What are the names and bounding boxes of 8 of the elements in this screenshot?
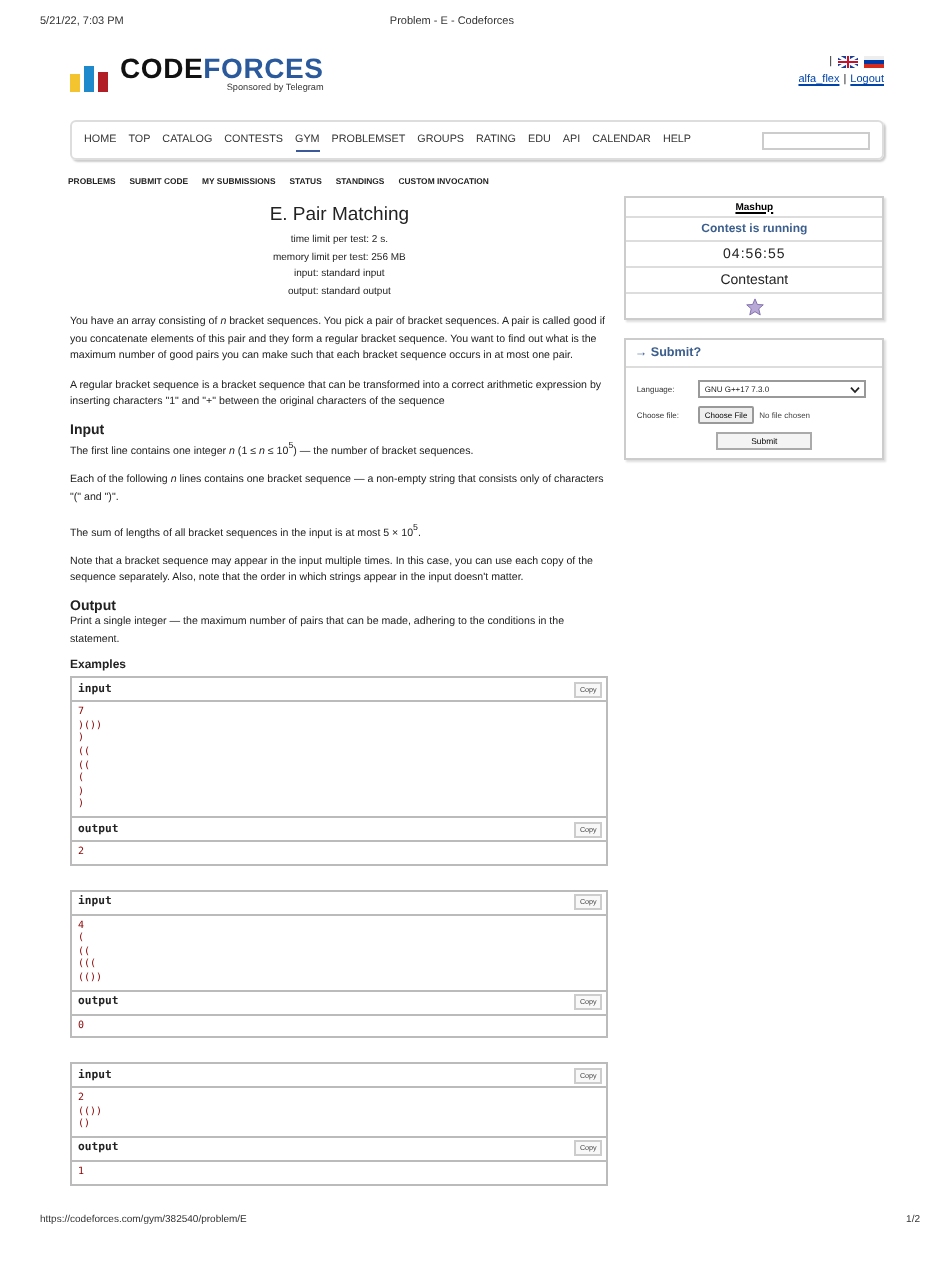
star-icon[interactable] [745,297,764,315]
ru-flag-icon[interactable] [864,56,884,68]
chevron-down-icon [850,385,861,393]
logo-icon [70,66,110,92]
search-field[interactable] [762,131,870,149]
uk-flag-icon[interactable] [838,56,858,68]
problem-title: E. Pair Matching [267,204,412,226]
logo-text: CODEFORCES [120,56,324,82]
